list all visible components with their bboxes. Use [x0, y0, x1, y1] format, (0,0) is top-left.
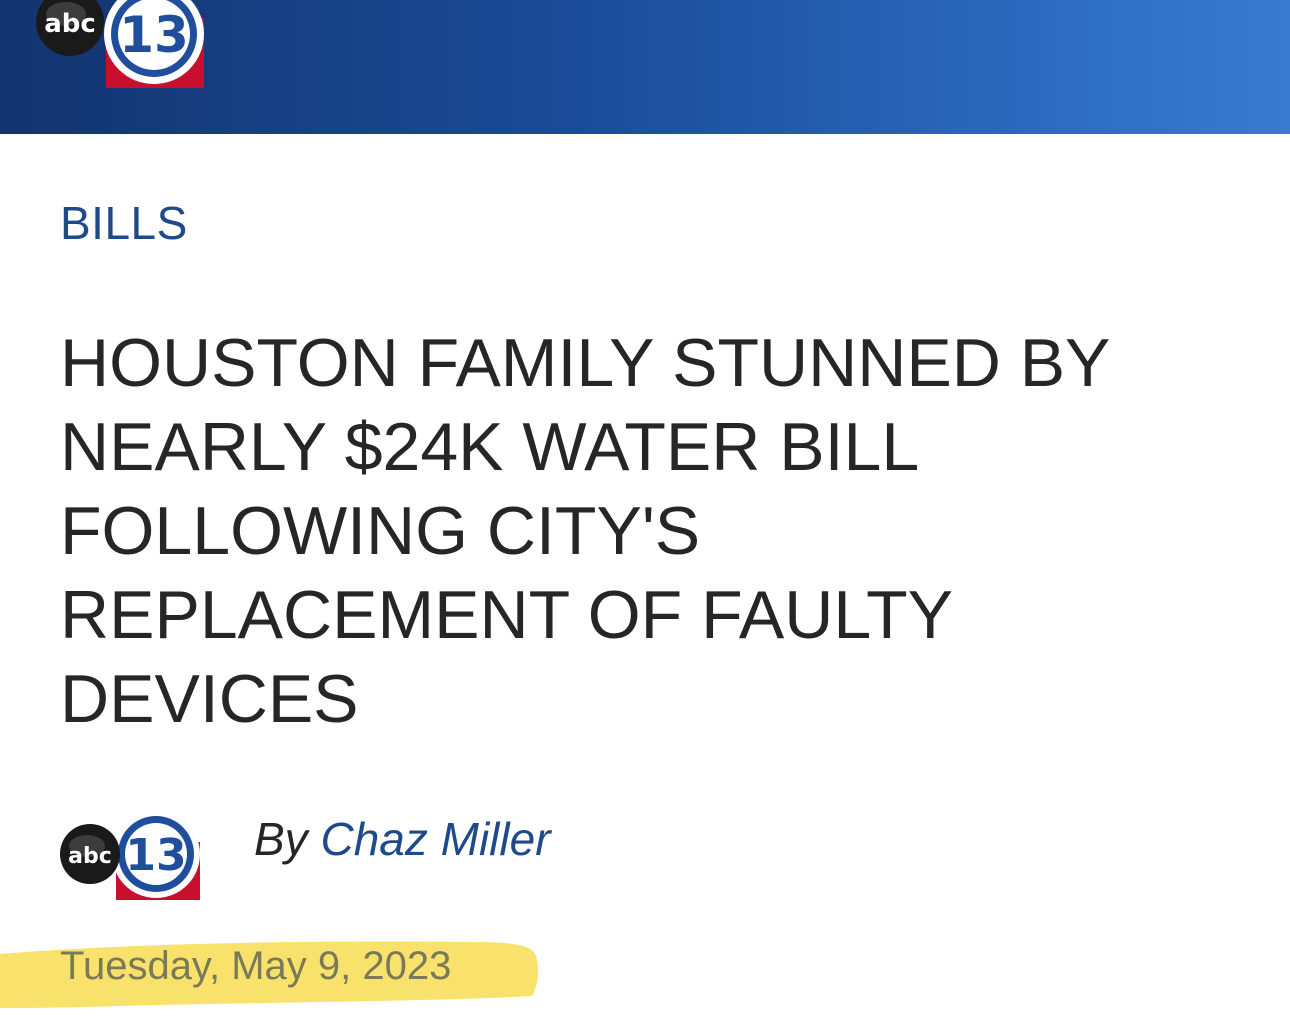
author-link[interactable]: Chaz Miller — [320, 813, 550, 865]
site-header: 13 abc — [0, 0, 1290, 134]
headline-line: NEARLY $24K WATER BILL — [60, 409, 920, 485]
headline-line: DEVICES — [60, 661, 359, 737]
headline-line: REPLACEMENT OF FAULTY — [60, 577, 953, 653]
svg-text:abc: abc — [44, 9, 96, 39]
author-avatar-abc13-logo-icon: 13 abc — [60, 810, 200, 900]
category-link[interactable]: BILLS — [60, 196, 188, 250]
headline-line: HOUSTON FAMILY STUNNED BY — [60, 325, 1111, 401]
article-page: 13 abc BILLS HOUSTON FAMILY STUNNED BY N… — [0, 0, 1290, 1026]
headline-line: FOLLOWING CITY'S — [60, 493, 701, 569]
article-headline: HOUSTON FAMILY STUNNED BY NEARLY $24K WA… — [60, 321, 1240, 741]
byline: By Chaz Miller — [254, 812, 551, 866]
byline-prefix: By — [254, 813, 308, 865]
svg-text:abc: abc — [68, 844, 112, 869]
svg-text:13: 13 — [119, 6, 189, 64]
abc13-logo-icon[interactable]: 13 abc — [36, 0, 206, 88]
svg-text:13: 13 — [125, 830, 186, 881]
publish-date: Tuesday, May 9, 2023 — [60, 944, 452, 988]
